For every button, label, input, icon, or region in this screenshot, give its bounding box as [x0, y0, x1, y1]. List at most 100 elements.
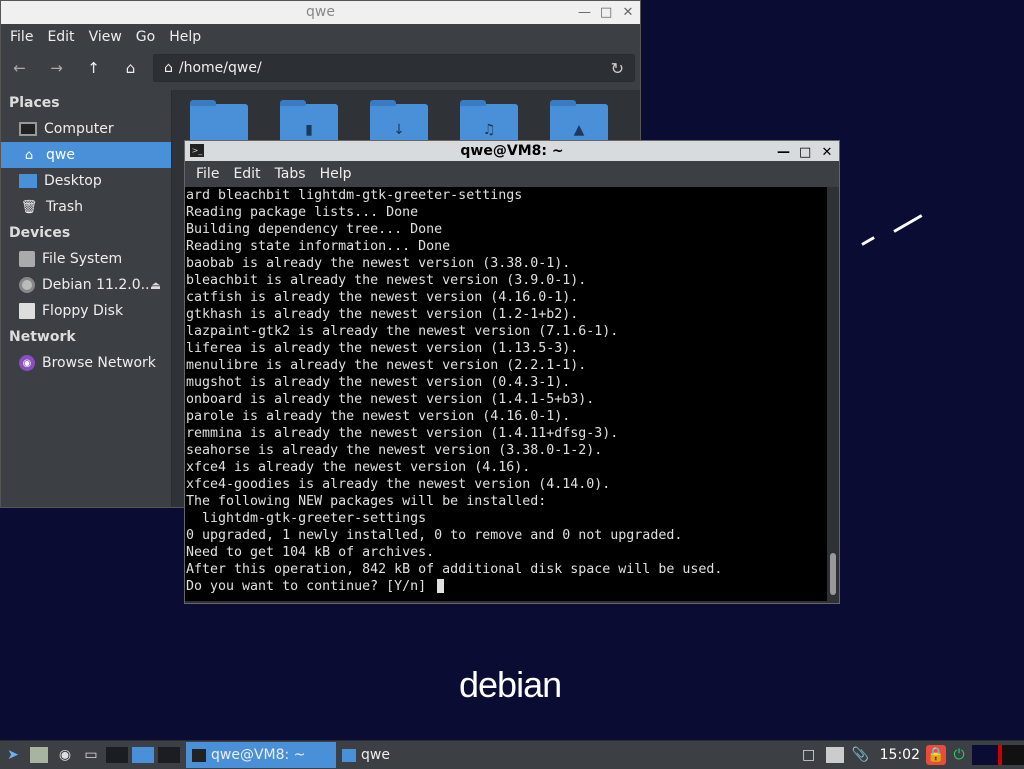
clock[interactable]: 15:02 — [874, 747, 926, 763]
terminal-line: xfce4 is already the newest version (4.1… — [186, 460, 531, 475]
menu-view[interactable]: View — [82, 29, 129, 45]
terminal-line: Building dependency tree... Done — [186, 222, 443, 237]
computer-icon — [19, 122, 37, 136]
terminal-line: Need to get 104 kB of archives. — [186, 545, 435, 560]
devices-header: Devices — [9, 225, 71, 241]
eject-icon[interactable]: ⏏ — [151, 279, 161, 292]
menu-file[interactable]: File — [3, 29, 40, 45]
minimize-icon[interactable]: — — [777, 143, 790, 163]
terminal-window-title: qwe@VM8: ~ — [460, 143, 564, 159]
reload-icon[interactable]: ↻ — [611, 59, 624, 78]
maximize-icon[interactable]: □ — [799, 143, 811, 163]
menu-tabs[interactable]: Tabs — [268, 166, 313, 182]
workspace-2-icon[interactable] — [130, 742, 156, 768]
terminal-icon: >_ — [190, 144, 204, 157]
app-menu-icon[interactable]: ➤ — [0, 742, 26, 768]
folder-downloads-icon[interactable]: ↓ — [370, 100, 428, 144]
task-terminal[interactable]: qwe@VM8: ~ — [186, 742, 336, 768]
up-icon[interactable]: ↑ — [75, 59, 112, 77]
location-path[interactable]: /home/qwe/ — [179, 60, 262, 76]
close-icon[interactable]: ✕ — [821, 143, 833, 163]
task-file-manager[interactable]: qwe — [336, 742, 396, 768]
fm-titlebar[interactable]: qwe — □ ✕ — [1, 1, 640, 24]
terminal-line: onboard is already the newest version (1… — [186, 392, 595, 407]
scrollbar-thumb[interactable] — [830, 553, 836, 595]
image-viewer-icon[interactable] — [822, 742, 848, 768]
minimize-icon[interactable]: — — [578, 1, 591, 24]
terminal-line: baobab is already the newest version (3.… — [186, 256, 571, 271]
sidebar-item-trash[interactable]: 🗑 Trash — [1, 194, 171, 220]
sidebar-item-debian-cd[interactable]: Debian 11.2.0... ⏏ — [1, 272, 171, 298]
network-icon: ◉ — [19, 355, 35, 371]
close-icon[interactable]: ✕ — [622, 1, 634, 24]
debian-logo: debian — [459, 664, 562, 705]
sidebar-item-label: Browse Network — [42, 355, 156, 371]
terminal-line: lightdm-gtk-greeter-settings — [186, 511, 427, 526]
network-header: Network — [9, 329, 76, 345]
menu-help[interactable]: Help — [313, 166, 359, 182]
folder-pictures-icon[interactable]: ▲ — [550, 100, 608, 144]
window-preview-icon[interactable] — [998, 742, 1024, 768]
notification-icon[interactable]: □ — [796, 742, 822, 768]
menu-edit[interactable]: Edit — [40, 29, 81, 45]
terminal-line: liferea is already the newest version (1… — [186, 341, 579, 356]
sidebar-item-browse-network[interactable]: ◉ Browse Network — [1, 350, 171, 376]
web-browser-launcher-icon[interactable]: ◉ — [52, 742, 78, 768]
sidebar-item-computer[interactable]: Computer — [1, 116, 171, 142]
terminal-icon — [192, 748, 206, 762]
workspace-3-icon[interactable] — [156, 742, 182, 768]
terminal-line: parole is already the newest version (4.… — [186, 409, 571, 424]
sidebar-item-label: qwe — [46, 147, 75, 163]
terminal-line: lazpaint-gtk2 is already the newest vers… — [186, 324, 619, 339]
sidebar-item-desktop[interactable]: Desktop — [1, 168, 171, 194]
sidebar-item-home[interactable]: ⌂ qwe — [1, 142, 171, 168]
menu-help[interactable]: Help — [162, 29, 208, 45]
workspace-pager-icon[interactable] — [972, 742, 998, 768]
terminal-line: After this operation, 842 kB of addition… — [186, 562, 723, 577]
terminal-menubar: File Edit Tabs Help — [185, 161, 839, 187]
fm-window-title: qwe — [306, 4, 335, 20]
sidebar-item-label: Desktop — [44, 173, 102, 189]
folder-documents-icon[interactable]: ▮ — [280, 100, 338, 144]
home-button-icon[interactable]: ⌂ — [112, 59, 149, 77]
location-bar[interactable]: ⌂ /home/qwe/ ↻ — [153, 54, 635, 82]
trash-icon: 🗑 — [20, 199, 38, 215]
terminal-line: gtkhash is already the newest version (1… — [186, 307, 579, 322]
workspace-1-icon[interactable] — [104, 742, 130, 768]
fm-sidebar: Places Computer ⌂ qwe Desktop 🗑 Trash De… — [1, 90, 172, 507]
decor-streak — [861, 236, 875, 246]
sidebar-item-floppy[interactable]: Floppy Disk — [1, 298, 171, 324]
file-manager-launcher-icon[interactable] — [26, 742, 52, 768]
maximize-icon[interactable]: □ — [600, 1, 612, 24]
task-label: qwe — [361, 747, 390, 763]
terminal-output[interactable]: ard bleachbit lightdm-gtk-greeter-settin… — [185, 187, 827, 601]
folder-icon[interactable] — [190, 100, 248, 144]
logout-icon[interactable]: ⏻ — [946, 742, 972, 768]
terminal-line: Reading package lists... Done — [186, 205, 419, 220]
terminal-prompt-line: Do you want to continue? [Y/n] — [185, 578, 827, 595]
sidebar-item-filesystem[interactable]: File System — [1, 246, 171, 272]
desktop-icon — [19, 174, 37, 188]
folder-icon — [342, 748, 356, 762]
terminal-line: The following NEW packages will be insta… — [186, 494, 547, 509]
menu-file[interactable]: File — [189, 166, 226, 182]
terminal-scrollbar[interactable] — [827, 187, 839, 601]
paperclip-icon[interactable]: 📎 — [848, 742, 874, 768]
text-cursor — [437, 579, 445, 593]
folder-music-icon[interactable]: ♫ — [460, 100, 518, 144]
menu-go[interactable]: Go — [129, 29, 162, 45]
terminal-line: remmina is already the newest version (1… — [186, 426, 619, 441]
decor-streak — [893, 214, 923, 233]
fm-menubar: File Edit View Go Help — [1, 24, 640, 49]
terminal-titlebar[interactable]: >_ qwe@VM8: ~ — □ ✕ — [185, 141, 839, 161]
terminal-line: menulibre is already the newest version … — [186, 358, 587, 373]
lock-icon[interactable]: 🔒 — [926, 745, 946, 765]
forward-icon[interactable]: → — [38, 59, 75, 77]
terminal-line: 0 upgraded, 1 newly installed, 0 to remo… — [186, 528, 683, 543]
home-icon: ⌂ — [24, 147, 34, 163]
back-icon[interactable]: ← — [1, 59, 38, 77]
terminal-line: xfce4-goodies is already the newest vers… — [186, 477, 611, 492]
terminal-line: mugshot is already the newest version (0… — [186, 375, 571, 390]
menu-edit[interactable]: Edit — [226, 166, 267, 182]
show-desktop-icon[interactable]: ▭ — [78, 742, 104, 768]
